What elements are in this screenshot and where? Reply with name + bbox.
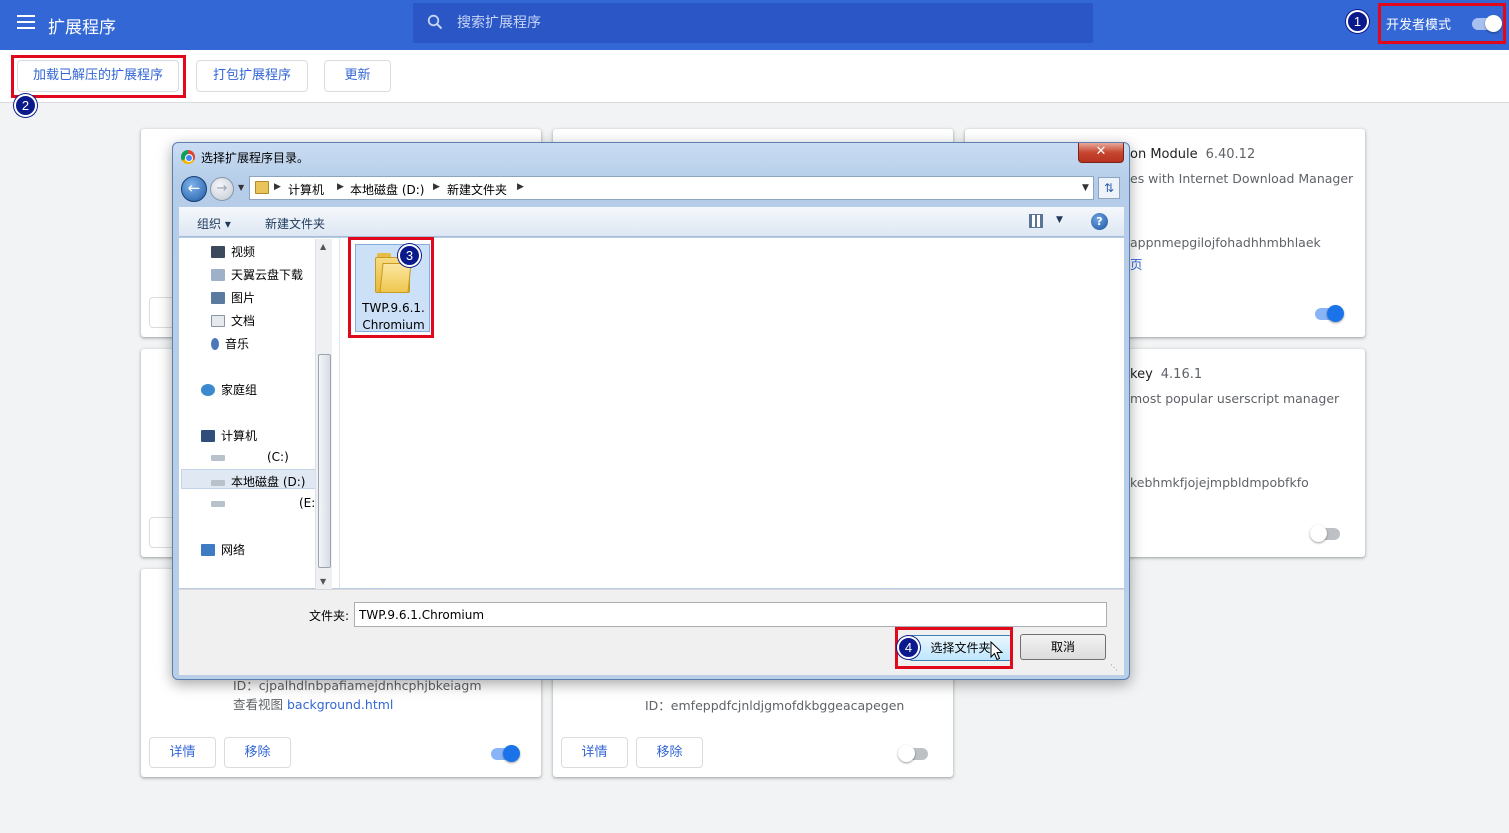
- details-button[interactable]: 详情: [561, 737, 628, 768]
- resize-grip[interactable]: ⋱: [1110, 663, 1118, 672]
- homegroup-icon: [201, 384, 215, 396]
- nav-item-pictures[interactable]: 图片: [211, 289, 255, 306]
- inspect-views-label: 查看视图 background.html: [233, 697, 394, 712]
- extension-enable-toggle[interactable]: [489, 743, 523, 763]
- chevron-right-icon: ▶: [517, 182, 524, 192]
- new-folder-button[interactable]: 新建文件夹: [265, 215, 325, 232]
- nav-item-homegroup[interactable]: 家庭组: [201, 381, 257, 398]
- background-page-link[interactable]: background.html: [287, 697, 393, 712]
- folder-name-input[interactable]: [354, 602, 1107, 627]
- extension-id: appnmepgilojfohadhhmbhlaek: [1130, 235, 1321, 250]
- nav-item-tianyi[interactable]: 天翼云盘下载: [211, 266, 303, 283]
- nav-item-drive-e[interactable]: (E:): [211, 496, 320, 510]
- action-bar: 加载已解压的扩展程序 打包扩展程序 更新: [0, 50, 1509, 103]
- dialog-toolbar: 组织 ▾ 新建文件夹 ▼ ?: [179, 207, 1124, 237]
- chevron-right-icon: ▶: [337, 182, 344, 192]
- refresh-icon[interactable]: ⇅: [1098, 177, 1120, 199]
- breadcrumb-new-folder[interactable]: 新建文件夹: [447, 181, 507, 198]
- breadcrumb-computer[interactable]: 计算机: [288, 181, 324, 198]
- extension-version: 4.16.1: [1160, 367, 1203, 382]
- highlight-developer-mode: [1378, 3, 1506, 44]
- chevron-right-icon: ▶: [274, 182, 281, 192]
- organize-menu[interactable]: 组织 ▾: [197, 215, 231, 232]
- nav-scrollbar[interactable]: ▲ ▼: [315, 239, 332, 589]
- nav-item-videos[interactable]: 视频: [211, 243, 255, 260]
- folder-icon: [211, 269, 225, 281]
- top-bar: 扩展程序 开发者模式: [0, 0, 1509, 50]
- computer-icon: [201, 430, 215, 442]
- step-badge-1: 1: [1346, 10, 1369, 33]
- search-icon: [427, 14, 443, 30]
- scroll-up-icon[interactable]: ▲: [320, 242, 326, 251]
- details-button[interactable]: 详情: [149, 737, 216, 768]
- video-icon: [211, 246, 225, 258]
- folder-icon: [255, 181, 269, 194]
- cancel-button[interactable]: 取消: [1020, 634, 1106, 660]
- extension-version: 6.40.12: [1205, 147, 1256, 162]
- history-dropdown-icon[interactable]: ▼: [238, 183, 244, 192]
- nav-item-network[interactable]: 网络: [201, 541, 245, 558]
- drive-icon: [211, 501, 225, 507]
- pack-extension-button[interactable]: 打包扩展程序: [196, 60, 308, 92]
- scroll-thumb[interactable]: [318, 354, 331, 568]
- drive-icon: [211, 480, 225, 486]
- chevron-right-icon: ▶: [433, 182, 440, 192]
- extension-name: on Module 6.40.12: [1130, 147, 1256, 162]
- music-icon: [211, 338, 219, 350]
- extension-id: kebhmkfjojejmpbldmpobfkfo: [1130, 475, 1309, 490]
- select-directory-dialog: 选择扩展程序目录。 ✕ ← → ▼ ▶ 计算机 ▶ 本地磁盘 (D:) ▶ 新建…: [172, 142, 1130, 680]
- breadcrumb-drive-d[interactable]: 本地磁盘 (D:): [350, 181, 424, 198]
- menu-icon[interactable]: [17, 15, 35, 29]
- forward-arrow-icon[interactable]: →: [210, 177, 234, 201]
- picture-icon: [211, 292, 225, 304]
- remove-button[interactable]: 移除: [224, 737, 291, 768]
- document-icon: [211, 315, 225, 327]
- drive-icon: [211, 455, 225, 461]
- extension-id: ID：emfeppdfcjnldjgmofdkbggeacapegen: [645, 698, 905, 713]
- scroll-down-icon[interactable]: ▼: [320, 577, 326, 586]
- network-icon: [201, 544, 215, 556]
- chrome-icon: [181, 150, 195, 164]
- extension-enable-toggle[interactable]: [898, 743, 932, 763]
- close-button[interactable]: ✕: [1078, 143, 1124, 163]
- extension-enable-toggle[interactable]: [1313, 303, 1347, 323]
- back-arrow-icon[interactable]: ←: [181, 176, 207, 202]
- extension-description: es with Internet Download Manager: [1130, 171, 1354, 186]
- nav-item-drive-c[interactable]: (C:): [211, 450, 289, 464]
- extension-enable-toggle[interactable]: [1310, 523, 1344, 543]
- dialog-title: 选择扩展程序目录。: [201, 151, 310, 165]
- update-button[interactable]: 更新: [324, 60, 391, 92]
- nav-item-drive-d[interactable]: 本地磁盘 (D:): [211, 473, 305, 490]
- search-box[interactable]: [413, 3, 1093, 43]
- page-title: 扩展程序: [48, 18, 116, 38]
- highlight-load-unpacked: [11, 55, 186, 98]
- step-badge-3: 3: [398, 244, 421, 267]
- nav-item-documents[interactable]: 文档: [211, 312, 255, 329]
- highlight-folder-item: [348, 237, 434, 338]
- extension-description: most popular userscript manager: [1130, 391, 1340, 406]
- address-bar[interactable]: ▶ 计算机 ▶ 本地磁盘 (D:) ▶ 新建文件夹 ▶ ▼: [249, 176, 1094, 200]
- extension-name: key 4.16.1: [1130, 367, 1203, 382]
- help-button[interactable]: ?: [1091, 213, 1108, 230]
- nav-item-computer[interactable]: 计算机: [201, 427, 257, 444]
- nav-item-music[interactable]: 音乐: [211, 335, 249, 352]
- remove-button[interactable]: 移除: [636, 737, 703, 768]
- chevron-down-icon[interactable]: ▼: [1082, 183, 1089, 193]
- extension-link[interactable]: 页: [1130, 254, 1143, 273]
- view-dropdown-icon[interactable]: ▼: [1056, 215, 1063, 225]
- step-badge-2: 2: [14, 94, 37, 117]
- view-options-icon[interactable]: [1029, 214, 1043, 228]
- folder-label: 文件夹:: [309, 609, 350, 623]
- file-list: TWP.9.6.1. Chromium: [339, 238, 1124, 588]
- mouse-cursor-icon: [990, 641, 1004, 661]
- step-badge-4: 4: [897, 636, 920, 659]
- search-input[interactable]: [457, 12, 1057, 34]
